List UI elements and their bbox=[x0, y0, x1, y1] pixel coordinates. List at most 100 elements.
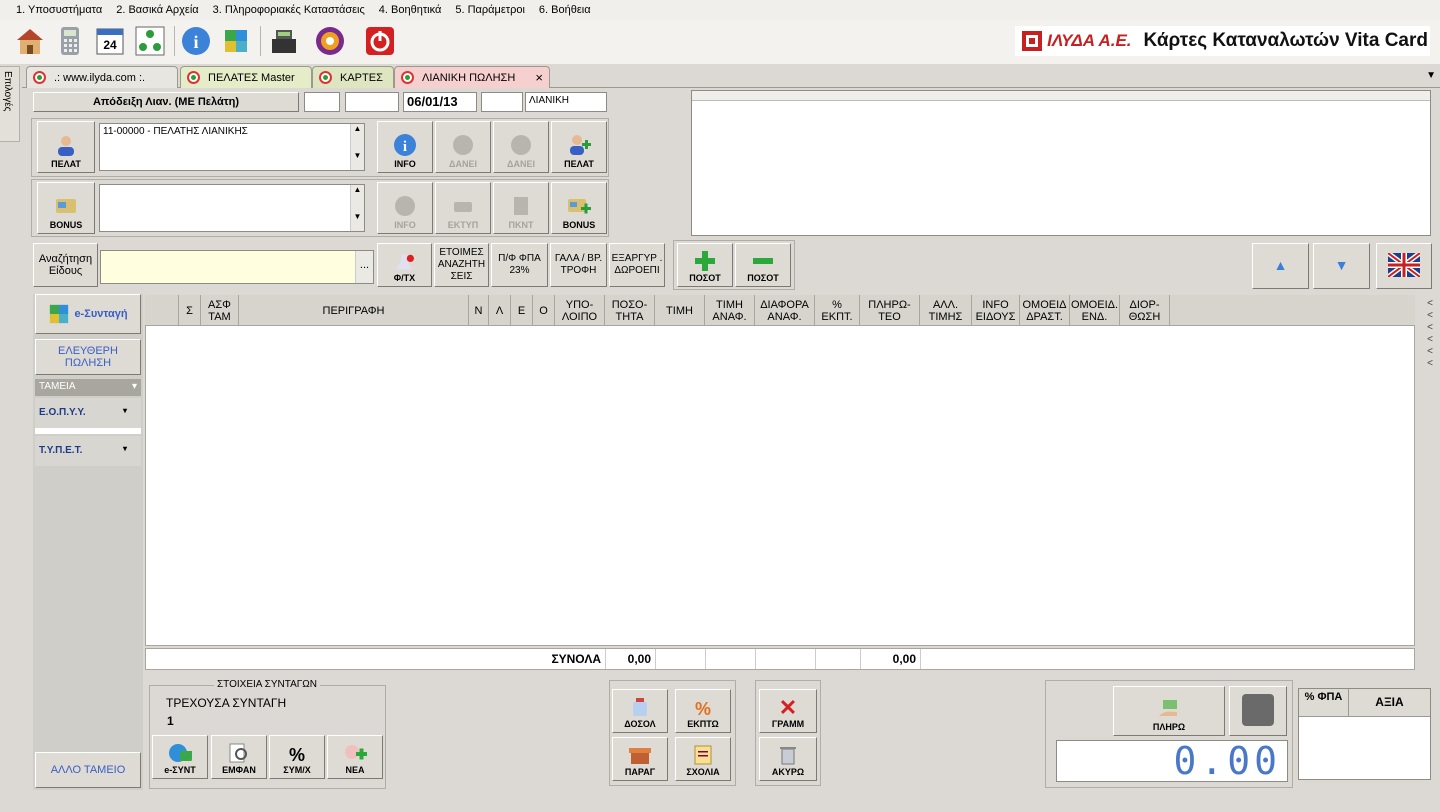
column-header-e[interactable]: Ε bbox=[511, 295, 533, 326]
tab-menu-chevron-icon[interactable]: ▼ bbox=[1426, 70, 1436, 81]
redeem-voucher-button[interactable]: ΕΞΑΡΓΥΡ . ΔΩΡΟΕΠΙ bbox=[609, 243, 665, 287]
tab-customers-master[interactable]: ΠΕΛΑΤΕΣ Master bbox=[180, 66, 312, 88]
bonus-button[interactable]: BONUS bbox=[37, 182, 95, 234]
new-customer-button[interactable]: ΠΕΛΑΤ bbox=[551, 121, 607, 173]
cash-register-icon[interactable] bbox=[268, 25, 300, 57]
close-icon[interactable]: × bbox=[535, 70, 543, 85]
menu-item-basic-files[interactable]: 2. Βασικά Αρχεία bbox=[116, 4, 198, 16]
loan-button-1[interactable]: ΔΑΝΕΙ bbox=[435, 121, 491, 173]
dosage-button[interactable]: ΔΟΣΟΛ bbox=[612, 689, 668, 733]
column-header-quantity[interactable]: ΠΟΣΟ- ΤΗΤΑ bbox=[605, 295, 655, 326]
new-prescription-button[interactable]: ΝΕΑ bbox=[327, 735, 383, 779]
customer-button[interactable]: ΠΕΛΑΤ bbox=[37, 121, 95, 173]
column-header-discount[interactable]: % ΕΚΠΤ. bbox=[815, 295, 860, 326]
move-up-button[interactable]: ▲ bbox=[1252, 243, 1309, 289]
fptx-button[interactable]: Φ/ΤΧ bbox=[377, 243, 432, 287]
search-browse-button[interactable]: ... bbox=[355, 251, 373, 283]
tab-cards[interactable]: ΚΑΡΤΕΣ bbox=[312, 66, 394, 88]
menu-item-reports[interactable]: 3. Πληροφοριακές Καταστάσεις bbox=[213, 4, 365, 16]
sale-mode-field[interactable]: ΛΙΑΝΙΚΗ bbox=[525, 92, 607, 112]
column-header-n[interactable]: Ν bbox=[469, 295, 489, 326]
column-header-description[interactable]: ΠΕΡΙΓΡΑΦΗ bbox=[239, 295, 469, 326]
move-down-button[interactable]: ▼ bbox=[1313, 243, 1370, 289]
comments-button[interactable]: ΣΧΟΛΙΑ bbox=[675, 737, 731, 781]
info-icon: i bbox=[394, 134, 416, 156]
cancel-button[interactable]: ΑΚΥΡΩ bbox=[759, 737, 817, 781]
time-field[interactable] bbox=[481, 92, 523, 112]
item-search-button[interactable]: Αναζήτηση Είδους bbox=[33, 243, 98, 287]
column-header-sigma[interactable]: Σ bbox=[179, 295, 201, 326]
other-fund-button[interactable]: ΑΛΛΟ ΤΑΜΕΙΟ bbox=[35, 752, 141, 788]
menu-item-utilities[interactable]: 4. Βοηθητικά bbox=[379, 4, 442, 16]
column-header-ref-diff[interactable]: ΔΙΑΦΟΡΑ ΑΝΑΦ. bbox=[755, 295, 815, 326]
column-header-correction[interactable]: ΔΙΟΡ- ΘΩΣΗ bbox=[1120, 295, 1170, 326]
customer-field[interactable]: 11-00000 - ΠΕΛΑΤΗΣ ΛΙΑΝΙΚΗΣ ▲ ▼ bbox=[99, 123, 365, 171]
column-header-item-info[interactable]: INFO ΕΙΔΟΥΣ bbox=[972, 295, 1020, 326]
tab-ilyda-web[interactable]: .: www.ilyda.com :. bbox=[26, 66, 178, 88]
home-icon[interactable] bbox=[14, 25, 46, 57]
menu-item-help[interactable]: 6. Βοήθεια bbox=[539, 4, 591, 16]
tab-retail-sale[interactable]: ΛΙΑΝΙΚΗ ΠΩΛΗΣΗ × bbox=[394, 66, 550, 88]
column-header-similar-indication[interactable]: ΟΜΟΕΙΔ. ΕΝΔ. bbox=[1070, 295, 1120, 326]
column-header-similar-active[interactable]: ΟΜΟΕΙΔ ΔΡΑΣΤ. bbox=[1020, 295, 1070, 326]
delete-line-button[interactable]: ✕ ΓΡΑΜΜ bbox=[759, 689, 817, 733]
show-prescription-button[interactable]: ΕΜΦΑΝ bbox=[211, 735, 267, 779]
column-header-price-change[interactable]: ΑΛΛ. ΤΙΜΗΣ bbox=[920, 295, 972, 326]
items-grid-body[interactable] bbox=[145, 326, 1415, 646]
column-header-o[interactable]: Ο bbox=[533, 295, 555, 326]
network-icon[interactable] bbox=[134, 25, 166, 57]
pay-button[interactable]: ΠΛΗΡΩ bbox=[1113, 686, 1225, 736]
menu-item-parameters[interactable]: 5. Παράμετροι bbox=[455, 4, 525, 16]
number-field[interactable] bbox=[345, 92, 399, 112]
column-header-remaining[interactable]: ΥΠΟ- ΛΟΙΠΟ bbox=[555, 295, 605, 326]
payment-extra-button[interactable] bbox=[1229, 686, 1287, 736]
document-type-button[interactable]: Απόδειξη Λιαν. (ΜΕ Πελάτη) bbox=[33, 92, 299, 112]
fund-eopyy[interactable]: Ε.Ο.Π.Υ.Υ. ▾ bbox=[35, 398, 141, 428]
discount-button[interactable]: % ΕΚΠΤΩ bbox=[675, 689, 731, 733]
chevron-down-icon: ▾ bbox=[122, 406, 127, 415]
customer-icon bbox=[58, 136, 74, 156]
date-field[interactable]: 06/01/13 bbox=[403, 92, 477, 112]
options-side-tab[interactable]: Επιλογές bbox=[0, 66, 20, 142]
language-button[interactable] bbox=[1376, 243, 1432, 289]
series-field[interactable] bbox=[304, 92, 340, 112]
info-icon[interactable]: i bbox=[180, 25, 212, 57]
bonus-info-button[interactable]: INFO bbox=[377, 182, 433, 234]
bonus-field[interactable]: ▲ ▼ bbox=[99, 184, 365, 232]
power-icon[interactable] bbox=[364, 25, 396, 57]
column-header-ref-price[interactable]: ΤΙΜΗ ΑΝΑΦ. bbox=[705, 295, 755, 326]
document-search-icon bbox=[514, 197, 528, 215]
calendar-icon[interactable]: 24 bbox=[94, 25, 126, 57]
fund-typet[interactable]: Τ.Υ.Π.Ε.Τ. ▾ bbox=[35, 436, 141, 466]
column-header-insurance[interactable]: ΑΣΦ ΤΑΜ bbox=[201, 295, 239, 326]
quantity-increase-button[interactable]: ΠΟΣΟΤ bbox=[677, 243, 733, 287]
bonus-points-button[interactable]: ΠΚΝΤ bbox=[493, 182, 549, 234]
bonus-print-button[interactable]: ΕΚΤΥΠ bbox=[435, 182, 491, 234]
e-prescription-open-button[interactable]: e-ΣΥΝΤ bbox=[152, 735, 208, 779]
puzzle-icon[interactable] bbox=[220, 25, 252, 57]
menu-item-subsystems[interactable]: 1. Υποσυστήματα bbox=[16, 4, 102, 16]
bonus-scrollbar[interactable]: ▲ ▼ bbox=[350, 185, 364, 231]
column-header-l[interactable]: Λ bbox=[489, 295, 511, 326]
minus-icon bbox=[753, 258, 773, 264]
vat-23-button[interactable]: Π/Φ ΦΠΑ 23% bbox=[491, 243, 548, 287]
funds-header[interactable]: ΤΑΜΕΙΑ ▾ bbox=[35, 379, 141, 396]
order-button[interactable]: ΠΑΡΑΓ bbox=[612, 737, 668, 781]
e-prescription-button[interactable]: e-Συνταγή bbox=[35, 294, 141, 334]
vita-card-icon[interactable] bbox=[314, 25, 346, 57]
quantity-decrease-button[interactable]: ΠΟΣΟΤ bbox=[735, 243, 791, 287]
customer-info-button[interactable]: i INFO bbox=[377, 121, 433, 173]
new-bonus-button[interactable]: BONUS bbox=[551, 182, 607, 234]
loan-button-2[interactable]: ΔΑΝΕΙ bbox=[493, 121, 549, 173]
item-search-input[interactable]: ... bbox=[100, 250, 374, 284]
column-header-payable[interactable]: ΠΛΗΡΩ- ΤΕΟ bbox=[860, 295, 920, 326]
free-sale-button[interactable]: ΕΛΕΥΘΕΡΗ ΠΩΛΗΣΗ bbox=[35, 339, 141, 375]
column-header-price[interactable]: ΤΙΜΗ bbox=[655, 295, 705, 326]
collapse-panel-chevrons-icon[interactable]: < < < < < < bbox=[1423, 298, 1437, 376]
notes-area[interactable] bbox=[691, 90, 1431, 236]
customer-scrollbar[interactable]: ▲ ▼ bbox=[350, 124, 364, 170]
copay-button[interactable]: % ΣΥΜ/Χ bbox=[269, 735, 325, 779]
milk-baby-food-button[interactable]: ΓΑΛΑ / ΒΡ. ΤΡΟΦΗ bbox=[550, 243, 607, 287]
ready-searches-button[interactable]: ΕΤΟΙΜΕΣ ΑΝΑΖΗΤΗ ΣΕΙΣ bbox=[434, 243, 489, 287]
calculator-icon[interactable] bbox=[54, 25, 86, 57]
